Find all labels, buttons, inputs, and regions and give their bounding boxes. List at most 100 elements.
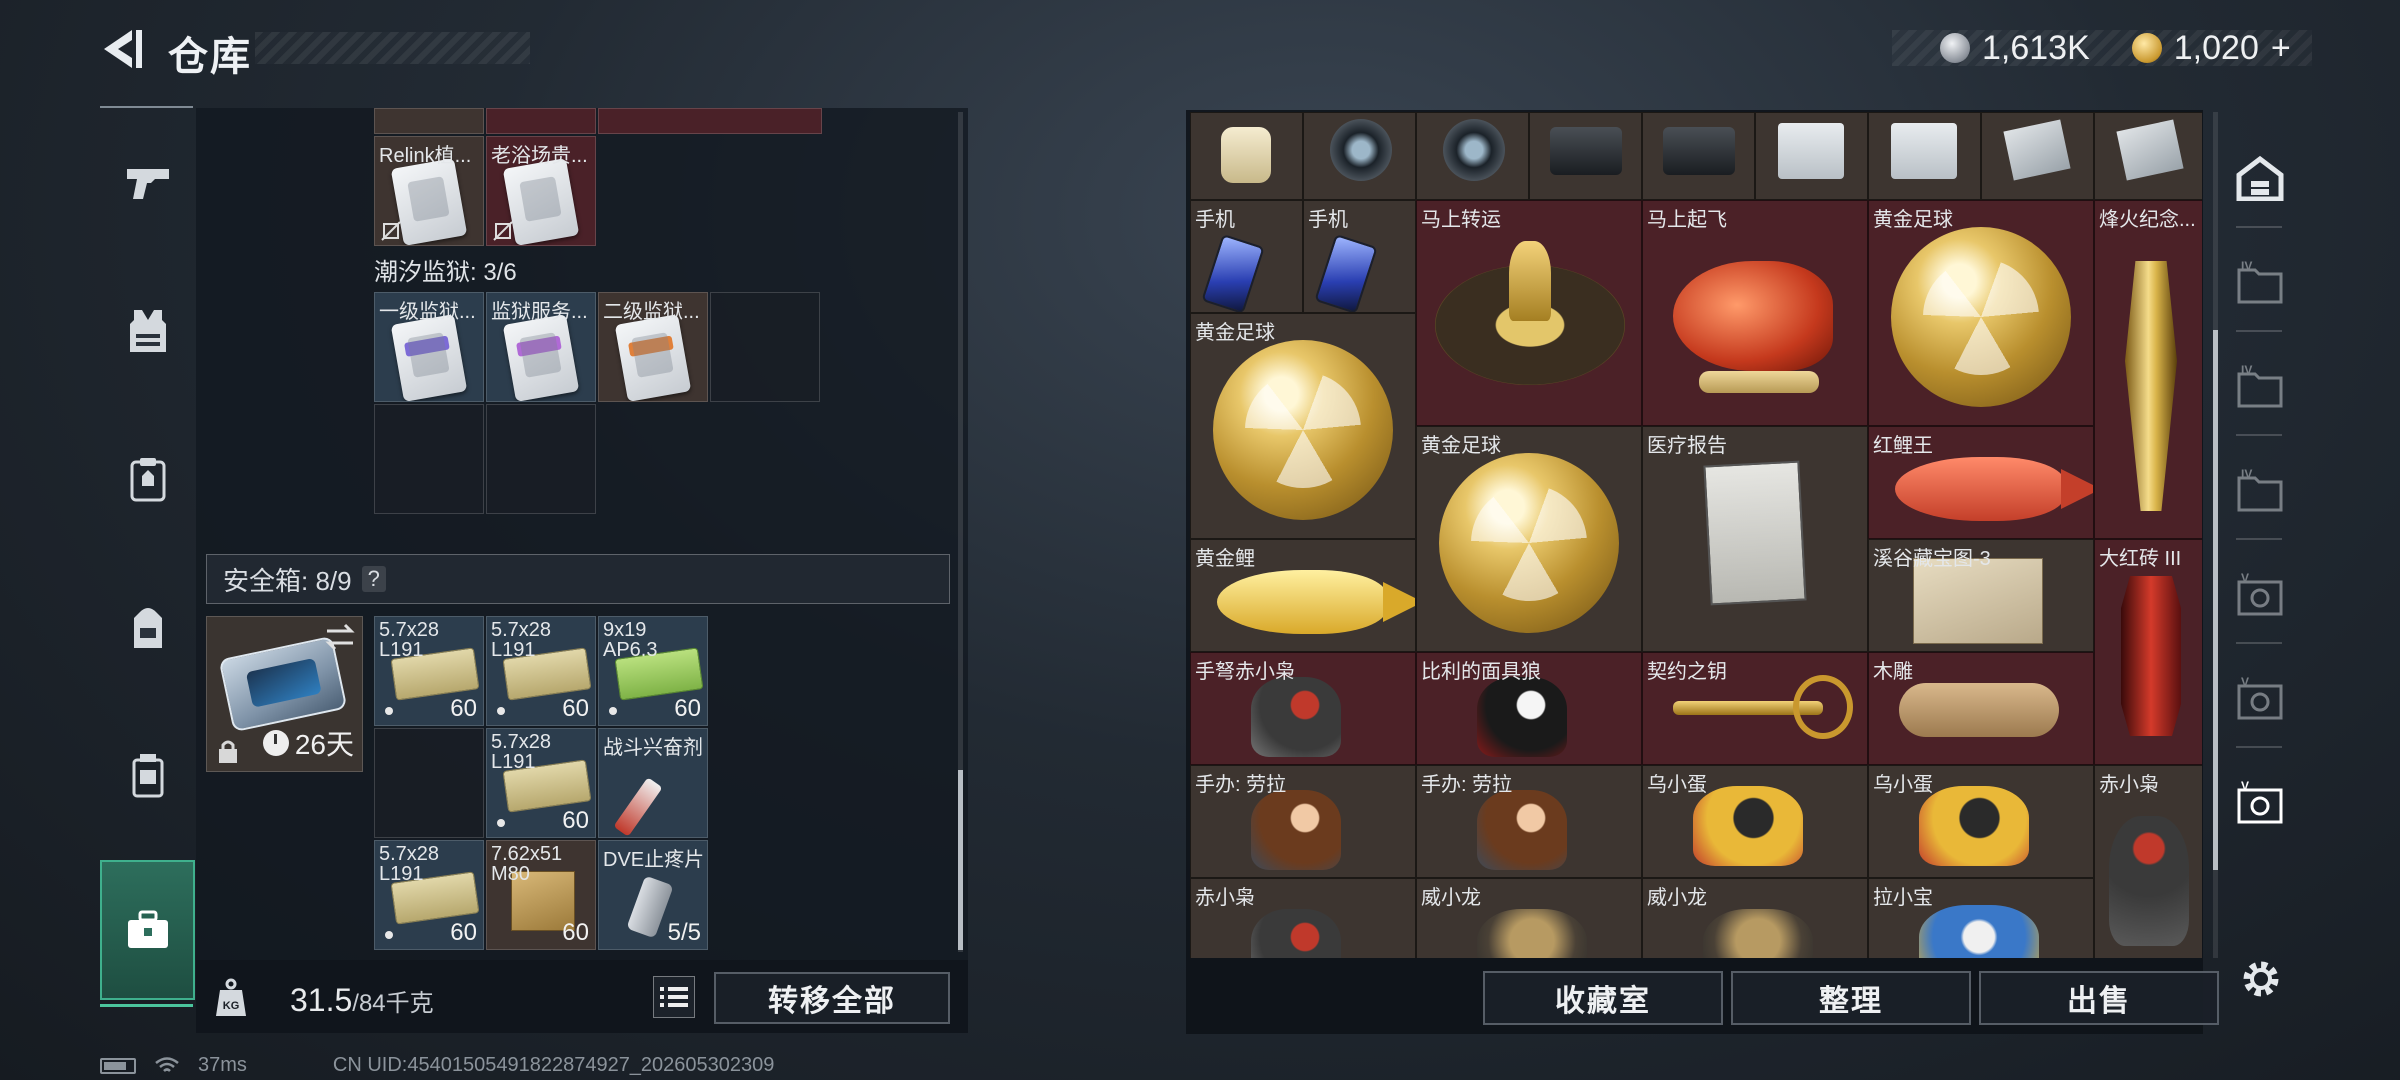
- back-arrow-icon: [104, 30, 142, 68]
- storage-item-lucky-wheel[interactable]: 马上转运: [1416, 200, 1642, 426]
- storage-tabs: IV IV IV V V V: [2222, 108, 2297, 1038]
- storage-item-treasure-map[interactable]: 溪谷藏宝图-3: [1868, 539, 2094, 652]
- storage-scrollbar-thumb[interactable]: [2213, 330, 2218, 870]
- storage-item-lens[interactable]: [1416, 112, 1529, 200]
- collection-room-button[interactable]: 收藏室: [1483, 971, 1723, 1025]
- storage-item-camera[interactable]: [1642, 112, 1755, 200]
- storage-tab-iv-2[interactable]: IV: [2222, 336, 2297, 436]
- gold-coin-icon: [2131, 33, 2162, 63]
- inventory-scrollbar-thumb[interactable]: [958, 770, 963, 950]
- safebox-item-painkiller[interactable]: DVE止疼片 5/5: [598, 840, 708, 950]
- storage-item-lens[interactable]: [1303, 112, 1416, 200]
- storage-tab-v-3[interactable]: V: [2222, 752, 2297, 852]
- storage-item-wood-carving[interactable]: 木雕: [1868, 652, 2094, 765]
- storage-item-wu-xiaodan[interactable]: 乌小蛋: [1868, 765, 2094, 878]
- storage-tab-v-2[interactable]: V: [2222, 648, 2297, 748]
- sort-button[interactable]: 整理: [1731, 971, 1971, 1025]
- item-label: 黄金鲤: [1195, 548, 1255, 570]
- storage-item-camera[interactable]: [1529, 112, 1642, 200]
- item-count: 60: [674, 695, 701, 722]
- storage-item-flying-horse[interactable]: 马上起飞: [1642, 200, 1868, 426]
- storage-item-beacon-memorial[interactable]: 烽火纪念...: [2094, 200, 2202, 539]
- back-button[interactable]: [96, 24, 146, 74]
- item-label: 监狱服务...: [491, 301, 588, 323]
- storage-item-golden-football[interactable]: 黄金足球: [1416, 426, 1642, 652]
- storage-item-chi-xiaoxiao[interactable]: 赤小枭: [2094, 765, 2202, 958]
- storage-item-prison-service[interactable]: 监狱服务...: [486, 292, 596, 402]
- storage-item-billy-mask[interactable]: 比利的面具狼: [1416, 652, 1642, 765]
- storage-tab-iv-1[interactable]: IV: [2222, 232, 2297, 332]
- storage-tab-iv-3-icon: IV: [2237, 468, 2282, 512]
- nav-weapon[interactable]: [100, 138, 195, 228]
- item-label: 比利的面具狼: [1421, 661, 1541, 683]
- safebox-item-stimulant[interactable]: 战斗兴奋剂: [598, 728, 708, 838]
- storage-empty-slot[interactable]: [710, 292, 820, 402]
- item-count: 60: [562, 807, 589, 834]
- list-view-button[interactable]: [653, 976, 695, 1018]
- red-carp-image: [1895, 457, 2093, 521]
- storage-item-prison-key-1[interactable]: 一级监狱...: [374, 292, 484, 402]
- storage-item-wu-xiaodan[interactable]: 乌小蛋: [1642, 765, 1868, 878]
- safebox-item-ammo[interactable]: 7.62x51 M80 60: [486, 840, 596, 950]
- ammo-dot-icon: [497, 819, 505, 827]
- backpack-icon: [133, 608, 162, 648]
- storage-item-wei-xiaolong[interactable]: 威小龙: [1416, 878, 1642, 958]
- storage-item-golden-carp[interactable]: 黄金鲤: [1190, 539, 1416, 652]
- safebox-item-ammo[interactable]: 5.7x28 L191 60: [486, 616, 596, 726]
- storage-item-old-bathhouse[interactable]: 老浴场贵...: [486, 136, 596, 246]
- item-label: 手弩赤小枭: [1195, 661, 1295, 683]
- safebox-container[interactable]: 26天: [206, 616, 363, 772]
- nav-safebox[interactable]: [100, 860, 195, 1000]
- storage-item-crossbow-figure[interactable]: 手弩赤小枭: [1190, 652, 1416, 765]
- storage-item-contract-key[interactable]: 契约之钥: [1642, 652, 1868, 765]
- key-ring-image: [1793, 675, 1853, 739]
- safebox-item-ammo[interactable]: 9x19 AP6.3 60: [598, 616, 708, 726]
- storage-empty-slot[interactable]: [486, 404, 596, 514]
- transfer-all-button[interactable]: 转移全部: [714, 972, 950, 1024]
- help-button[interactable]: ?: [361, 566, 386, 592]
- nav-backpack[interactable]: [100, 582, 195, 672]
- svg-text:V: V: [2241, 780, 2249, 793]
- nav-chest-rig[interactable]: [100, 434, 195, 524]
- storage-item-controller[interactable]: [1755, 112, 1868, 200]
- storage-item-lara-figure[interactable]: 手办: 劳拉: [1190, 765, 1416, 878]
- storage-item-la-xiaobao[interactable]: 拉小宝: [1868, 878, 2094, 958]
- storage-item-red-carp-king[interactable]: 红鲤王: [1868, 426, 2094, 539]
- sell-button[interactable]: 出售: [1979, 971, 2219, 1025]
- storage-tab-v-1-icon: V: [2237, 572, 2282, 616]
- storage-item-chi-xiaoxiao[interactable]: 赤小枭: [1190, 878, 1416, 958]
- storage-item-golden-football[interactable]: 黄金足球: [1190, 313, 1416, 539]
- storage-tab-iv-3[interactable]: IV: [2222, 440, 2297, 540]
- item-label: 战斗兴奋剂: [603, 737, 703, 759]
- storage-item-phone[interactable]: 手机: [1190, 200, 1303, 313]
- nav-pouch[interactable]: [100, 730, 195, 820]
- storage-item-medical-report[interactable]: 医疗报告: [1642, 426, 1868, 652]
- storage-item-golden-football[interactable]: 黄金足球: [1868, 200, 2094, 426]
- storage-item-lara-figure[interactable]: 手办: 劳拉: [1416, 765, 1642, 878]
- safebox-empty-slot[interactable]: [374, 728, 484, 838]
- storage-tab-v-1[interactable]: V: [2222, 544, 2297, 644]
- gold-add-button[interactable]: +: [2271, 29, 2291, 68]
- safebox-item-ammo[interactable]: 5.7x28 L191 60: [486, 728, 596, 838]
- nav-armor[interactable]: [100, 286, 195, 376]
- safebox-item-ammo[interactable]: 5.7x28 L191 60: [374, 840, 484, 950]
- safebox-item-ammo[interactable]: 5.7x28 L191 60: [374, 616, 484, 726]
- storage-item-controller[interactable]: [1868, 112, 1981, 200]
- item-label: 老浴场贵...: [491, 145, 588, 167]
- storage-item-relink[interactable]: Relink植...: [374, 136, 484, 246]
- storage-empty-slot[interactable]: [374, 404, 484, 514]
- storage-cell-partial[interactable]: [598, 108, 822, 134]
- settings-button[interactable]: [2236, 954, 2286, 1004]
- storage-item-prison-key-2[interactable]: 二级监狱...: [598, 292, 708, 402]
- storage-item-phone[interactable]: 手机: [1303, 200, 1416, 313]
- storage-tab-home[interactable]: [2222, 128, 2297, 228]
- storage-cell-partial[interactable]: [374, 108, 484, 134]
- swap-icon[interactable]: [323, 623, 357, 651]
- item-label: 黄金足球: [1195, 322, 1275, 344]
- storage-item-gas-canister[interactable]: [1190, 112, 1303, 200]
- storage-item-wei-xiaolong[interactable]: 威小龙: [1642, 878, 1868, 958]
- storage-item-big-red-brick[interactable]: 大红砖 III: [2094, 539, 2202, 765]
- storage-cell-partial[interactable]: [486, 108, 596, 134]
- storage-item-cpu[interactable]: [1981, 112, 2094, 200]
- storage-item-cpu[interactable]: [2094, 112, 2202, 200]
